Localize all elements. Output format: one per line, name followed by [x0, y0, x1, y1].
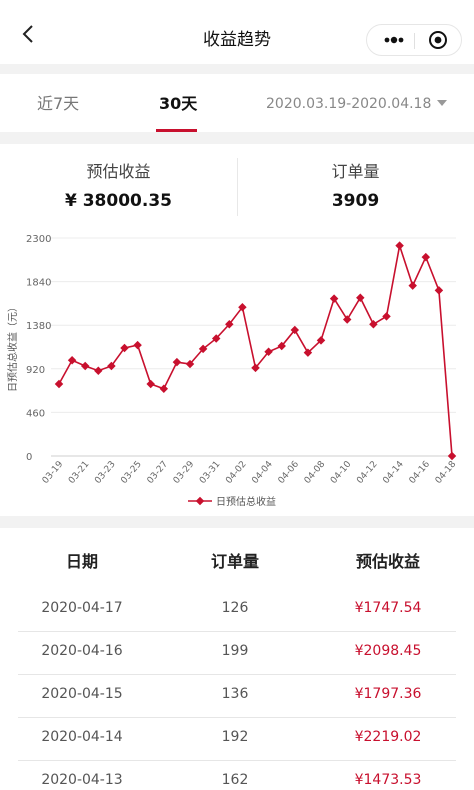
data-point	[67, 356, 77, 365]
income-trend-chart: 2300 1840 1380 920 460 0 日预估总收益（元） 03-19 03-21 03…	[0, 220, 474, 516]
data-point	[172, 357, 182, 367]
column-header-date: 日期	[65, 552, 98, 571]
data-point	[421, 252, 431, 262]
est-income-value: ¥ 38000.35	[64, 191, 172, 211]
row-orders: 192	[221, 729, 249, 745]
y-tick-label: 0	[26, 452, 32, 463]
daily-income-table: 日期 订单量 预估收益 2020-04-17 126 ¥1747.54 2020…	[0, 528, 474, 790]
x-tick-label: 03-23	[93, 460, 117, 486]
orders-label: 订单量	[331, 162, 380, 181]
table-row: 2020-04-14 192 ¥2219.02	[18, 717, 456, 761]
row-date: 2020-04-17	[41, 600, 123, 616]
data-point	[369, 320, 378, 329]
row-est-income: ¥1747.54	[354, 600, 422, 616]
row-date: 2020-04-16	[41, 643, 123, 659]
row-date: 2020-04-15	[41, 686, 123, 702]
dropdown-caret-icon	[437, 100, 448, 106]
row-date: 2020-04-14	[41, 729, 123, 745]
close-mini-program-icon[interactable]	[423, 28, 453, 52]
y-tick-label: 1840	[26, 278, 51, 289]
row-orders: 162	[221, 772, 249, 788]
y-tick-label: 2300	[26, 234, 51, 245]
est-income-label: 预估收益	[86, 162, 151, 181]
x-tick-label: 04-04	[250, 459, 275, 486]
data-point	[329, 294, 339, 303]
period-tabs: 近7天 30天 2020.03.19-2020.04.18	[0, 74, 474, 132]
x-tick-label: 03-31	[198, 460, 222, 486]
table-row: 2020-04-16 199 ¥2098.45	[18, 631, 456, 675]
x-tick-label: 04-10	[329, 459, 354, 486]
data-point	[133, 340, 142, 350]
y-tick-label: 1380	[26, 321, 51, 332]
y-tick-label: 920	[26, 365, 45, 376]
table-row: 2020-04-17 126 ¥1747.54	[18, 588, 456, 632]
orders-value: 3909	[331, 191, 380, 211]
data-point	[395, 241, 404, 250]
x-tick-label: 04-12	[355, 460, 379, 486]
date-range-text: 2020.03.19-2020.04.18	[266, 96, 432, 112]
date-range-selector[interactable]: 2020.03.19-2020.04.18	[266, 95, 448, 113]
legend-label: 日预估总收益	[216, 495, 276, 508]
data-point	[54, 379, 64, 389]
data-point	[94, 366, 103, 375]
row-date: 2020-04-13	[41, 772, 123, 788]
data-point	[434, 286, 444, 295]
x-tick-label: 04-06	[277, 459, 302, 486]
row-orders: 136	[221, 686, 249, 702]
column-header-est-income: 预估收益	[355, 552, 420, 571]
x-tick-label: 03-29	[172, 459, 197, 486]
data-point	[146, 379, 155, 389]
column-header-orders: 订单量	[210, 552, 259, 571]
data-point	[342, 315, 352, 324]
active-tab-indicator	[156, 129, 197, 132]
tab-7-days[interactable]: 近7天	[37, 94, 79, 114]
x-tick-label: 03-25	[119, 460, 143, 486]
x-tick-label: 04-16	[408, 459, 433, 486]
data-point	[356, 293, 365, 302]
y-tick-label: 460	[26, 408, 45, 419]
x-tick-label: 03-21	[67, 460, 91, 486]
income-summary: 预估收益 ¥ 38000.35 订单量 3909	[0, 144, 474, 220]
row-orders: 199	[221, 643, 249, 659]
orders-block: 订单量 3909	[237, 144, 474, 220]
tab-30-days[interactable]: 30天	[159, 94, 197, 114]
more-icon[interactable]	[377, 25, 411, 55]
y-axis-label: 日预估总收益（元）	[6, 302, 19, 392]
row-est-income: ¥1473.53	[354, 772, 422, 788]
table-row: 2020-04-13 162 ¥1473.53	[18, 760, 456, 790]
line-chart: 2300184013809204600日预估总收益（元）03-19 03-21 03…	[6, 234, 459, 508]
x-tick-label: 04-08	[303, 459, 328, 486]
data-point	[159, 384, 169, 393]
est-income-block: 预估收益 ¥ 38000.35	[0, 144, 237, 220]
table-row: 2020-04-15 136 ¥1797.36	[18, 674, 456, 718]
x-tick-label: 04-14	[381, 459, 406, 486]
x-tick-label: 04-02	[224, 460, 248, 486]
mini-program-capsule	[366, 24, 462, 56]
row-est-income: ¥2098.45	[354, 643, 422, 659]
row-orders: 126	[221, 600, 249, 616]
legend-marker	[195, 496, 205, 506]
data-point	[447, 451, 457, 461]
capsule-divider	[414, 33, 415, 49]
navigation-bar: 收益趋势	[0, 0, 474, 64]
data-point	[382, 312, 391, 321]
data-point	[408, 281, 417, 290]
x-tick-label: 03-27	[146, 460, 170, 486]
x-tick-label: 03-19	[41, 459, 66, 486]
x-tick-label: 04-18	[434, 459, 459, 486]
series-line	[58, 245, 453, 457]
row-est-income: ¥2219.02	[354, 729, 422, 745]
row-est-income: ¥1797.36	[354, 686, 422, 702]
